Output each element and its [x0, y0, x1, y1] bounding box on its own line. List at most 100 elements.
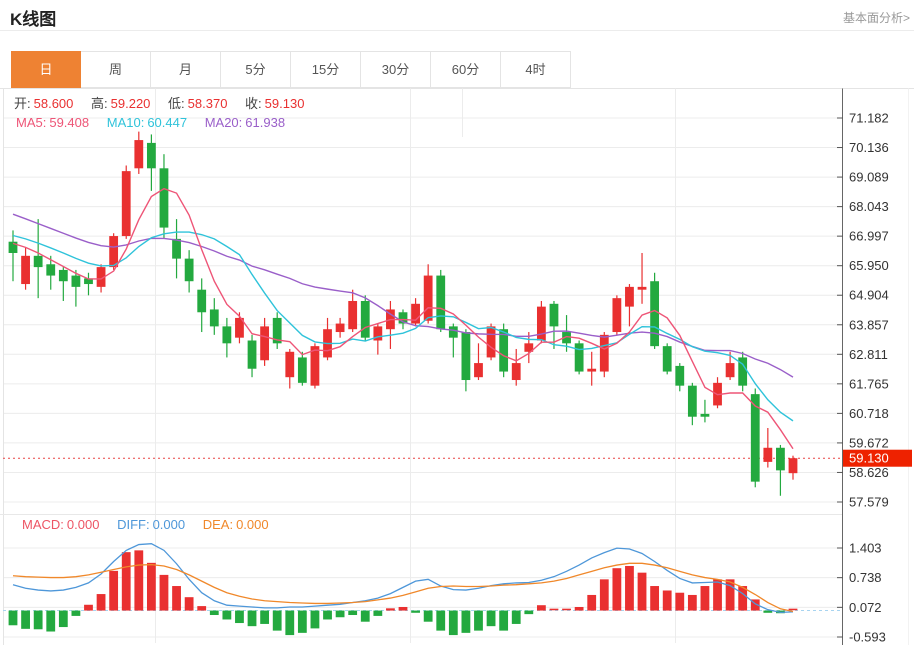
tab-60分[interactable]: 60分 — [431, 51, 501, 88]
candle — [537, 307, 546, 341]
candle — [449, 326, 458, 337]
y-axis-tick-label: 62.811 — [849, 347, 888, 362]
macd-bar — [650, 586, 659, 611]
macd-bar — [109, 571, 118, 611]
diff-label: DIFF: — [117, 517, 150, 532]
macd-bar — [323, 611, 332, 620]
candle — [160, 168, 169, 227]
candle — [285, 352, 294, 377]
macd-bar — [122, 552, 131, 610]
tab-日[interactable]: 日 — [11, 51, 81, 88]
macd-bar — [499, 611, 508, 631]
y-axis-tick-label: -0.593 — [849, 630, 886, 645]
candle — [650, 281, 659, 346]
open-label: 开: — [14, 96, 31, 111]
candle — [222, 326, 231, 343]
macd-bar — [550, 609, 559, 611]
tab-4时[interactable]: 4时 — [501, 51, 571, 88]
candle — [575, 343, 584, 371]
period-tabbar: 日周月5分15分30分60分4时 — [11, 51, 571, 88]
candle — [260, 326, 269, 360]
y-axis-tick-label: 64.904 — [849, 288, 889, 303]
candle — [348, 301, 357, 329]
high-label: 高: — [91, 96, 108, 111]
candle — [675, 366, 684, 386]
y-axis-tick-label: 0.738 — [849, 570, 882, 585]
y-axis-tick-label: 1.403 — [849, 541, 882, 556]
candle — [776, 448, 785, 471]
dea-label: DEA: — [203, 517, 233, 532]
candle — [197, 290, 206, 313]
macd-bar — [537, 605, 546, 610]
candle — [46, 264, 55, 275]
y-axis-tick-label: 69.089 — [849, 170, 889, 185]
macd-bar — [625, 566, 634, 611]
macd-bar — [235, 611, 244, 623]
tab-30分[interactable]: 30分 — [361, 51, 431, 88]
ma10-label: MA10: — [107, 115, 145, 130]
candle — [763, 448, 772, 462]
macd-bar — [46, 611, 55, 632]
macd-bar — [612, 568, 621, 610]
macd-bar — [411, 611, 420, 613]
macd-bar — [285, 611, 294, 636]
macd-bar — [134, 550, 143, 610]
candle — [172, 239, 181, 259]
candle — [512, 363, 521, 380]
tab-5分[interactable]: 5分 — [221, 51, 291, 88]
diff-value: 0.000 — [153, 517, 186, 532]
macd-bar — [436, 611, 445, 631]
current-price-badge-label: 59.130 — [849, 451, 889, 466]
macd-bar — [84, 605, 93, 611]
fundamental-analysis-link[interactable]: 基本面分析> — [843, 9, 910, 26]
macd-bar — [424, 611, 433, 622]
tab-周[interactable]: 周 — [81, 51, 151, 88]
macd-bar — [197, 606, 206, 610]
candle — [462, 332, 471, 380]
dea-value: 0.000 — [236, 517, 269, 532]
y-axis-tick-label: 70.136 — [849, 140, 889, 155]
y-axis-tick-label: 58.626 — [849, 465, 889, 480]
macd-bar — [348, 611, 357, 615]
y-axis-tick-label: 63.857 — [849, 317, 889, 332]
macd-bar — [373, 611, 382, 616]
candle — [134, 140, 143, 168]
candle — [311, 346, 320, 386]
candle — [726, 363, 735, 377]
high-value: 59.220 — [111, 96, 151, 111]
candle — [550, 304, 559, 327]
macd-bar — [789, 609, 798, 611]
candle — [336, 324, 345, 332]
tab-月[interactable]: 月 — [151, 51, 221, 88]
macd-label: MACD: — [22, 517, 64, 532]
close-label: 收: — [245, 96, 262, 111]
macd-info-row: MACD:0.000 DIFF:0.000 DEA:0.000 — [22, 517, 283, 532]
tab-15分[interactable]: 15分 — [291, 51, 361, 88]
macd-bar — [600, 579, 609, 610]
macd-bar — [474, 611, 483, 631]
candle — [688, 386, 697, 417]
macd-bar — [361, 611, 370, 622]
candle — [59, 270, 68, 281]
macd-bar — [562, 609, 571, 611]
macd-bar — [675, 593, 684, 611]
candle — [701, 414, 710, 417]
candle — [663, 346, 672, 371]
macd-bar — [487, 611, 496, 627]
y-axis-tick-label: 57.579 — [849, 495, 889, 510]
macd-value: 0.000 — [67, 517, 100, 532]
candle — [21, 256, 30, 284]
y-axis-tick-label: 71.182 — [849, 111, 889, 126]
y-axis-tick-label: 68.043 — [849, 199, 889, 214]
macd-bar — [399, 607, 408, 611]
macd-bar — [97, 594, 106, 610]
candle — [474, 363, 483, 377]
candle — [487, 326, 496, 357]
macd-bar — [34, 611, 43, 630]
ma5-label: MA5: — [16, 115, 46, 130]
y-axis-tick-label: 60.718 — [849, 406, 889, 421]
macd-bar — [160, 575, 169, 611]
macd-bar — [386, 608, 395, 610]
macd-bar — [21, 611, 30, 629]
candle — [789, 458, 798, 473]
